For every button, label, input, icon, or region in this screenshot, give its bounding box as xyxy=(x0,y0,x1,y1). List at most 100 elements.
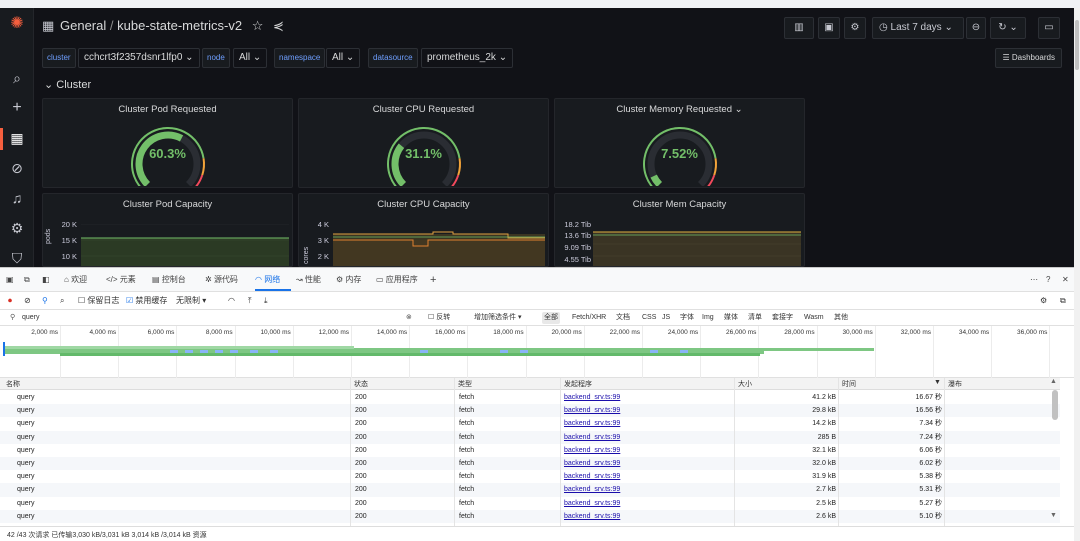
chip-wasm[interactable]: Wasm xyxy=(802,312,826,324)
chip-doc[interactable]: 文档 xyxy=(614,312,632,324)
table-row[interactable]: query 200 fetch backend_srv.ts:99 2.5 kB 5.27… xyxy=(0,497,1060,510)
cell-initiator[interactable]: backend_srv.ts:99 xyxy=(564,499,620,508)
add-panel-button[interactable]: ▥ xyxy=(784,17,814,39)
chip-js[interactable]: JS xyxy=(660,312,672,324)
table-row[interactable]: query 200 fetch backend_srv.ts:99 14.2 kB 7.3… xyxy=(0,417,1060,430)
add-tab-icon[interactable]: + xyxy=(430,272,436,288)
cell-initiator[interactable]: backend_srv.ts:99 xyxy=(564,485,620,494)
close-icon[interactable]: ✕ xyxy=(1062,272,1069,288)
search-icon[interactable]: ⌕ xyxy=(7,68,27,88)
column-header-type[interactable]: 类型 xyxy=(458,379,472,389)
column-header-size[interactable]: 大小 xyxy=(738,379,752,389)
time-range-picker[interactable]: ◷ Last 7 days ⌄ xyxy=(872,17,964,39)
table-row[interactable]: query 200 fetch backend_srv.ts:99 32.0 kB 6.0… xyxy=(0,457,1060,471)
invert-checkbox[interactable]: ☐ 反转 xyxy=(426,312,452,324)
tab-sources[interactable]: ✲ 源代码 xyxy=(205,272,238,288)
scroll-up-icon[interactable]: ▲ xyxy=(1050,378,1057,385)
column-header-status[interactable]: 状态 xyxy=(354,379,368,389)
table-row[interactable]: query 200 fetch backend_srv.ts:99 285 B 7.24 … xyxy=(0,430,1060,444)
page-scrollbar[interactable] xyxy=(1074,8,1080,541)
dashboards-button[interactable]: ☰ Dashboards xyxy=(995,48,1062,68)
plus-icon[interactable]: + xyxy=(7,98,27,118)
column-header-time[interactable]: 时间 xyxy=(842,379,856,389)
chip-media[interactable]: 媒体 xyxy=(722,312,740,324)
network-overview-timeline[interactable]: 2,000 ms 4,000 ms 6,000 ms 8,000 ms 10,000 m… xyxy=(0,326,1074,378)
scroll-down-icon[interactable]: ▼ xyxy=(1050,512,1057,519)
filter-input[interactable]: query xyxy=(20,312,410,324)
gear-icon[interactable]: ⚙ xyxy=(7,218,27,238)
preserve-log-checkbox[interactable]: ☐ 保留日志 xyxy=(78,295,119,307)
var-select-datasource[interactable]: prometheus_2k ⌄ xyxy=(421,48,514,68)
alerting-bell-icon[interactable]: ♫ xyxy=(7,188,27,208)
chip-css[interactable]: CSS xyxy=(640,312,658,324)
inspect-icon[interactable]: ⧉ xyxy=(24,272,30,288)
chip-all[interactable]: 全部 xyxy=(542,312,560,324)
record-icon[interactable]: ⏺ xyxy=(8,295,12,307)
tab-console[interactable]: ▤ 控制台 xyxy=(152,272,186,288)
column-header-initiator[interactable]: 发起程序 xyxy=(564,379,592,389)
table-row[interactable]: query 200 fetch backend_srv.ts:99 31.9 kB 5.3… xyxy=(0,470,1060,483)
dashboards-icon[interactable]: ▦ xyxy=(7,128,27,148)
clear-filter-icon[interactable]: ⊗ xyxy=(404,312,414,324)
settings-button[interactable]: ⚙ xyxy=(844,17,866,39)
timeline-selection-marker[interactable] xyxy=(3,342,5,356)
table-scrollbar-thumb[interactable] xyxy=(1052,390,1058,420)
settings-gear-icon[interactable]: ⚙ xyxy=(1040,295,1047,307)
column-header-name[interactable]: 名称 xyxy=(6,379,20,389)
star-icon[interactable]: ☆ xyxy=(252,18,264,33)
capacity-panel-cpu[interactable]: Cluster CPU Capacity 4 K 3 K 2 K cores xyxy=(298,193,549,267)
var-select-node[interactable]: All ⌄ xyxy=(233,48,268,68)
chip-font[interactable]: 字体 xyxy=(678,312,696,324)
tab-elements[interactable]: </> 元素 xyxy=(106,272,136,288)
breadcrumb-dashboard[interactable]: kube-state-metrics-v2 xyxy=(117,18,242,33)
export-har-icon[interactable]: ⤓ xyxy=(264,295,268,307)
var-select-cluster[interactable]: cchcrt3f2357dsnr1lfp0 ⌄ xyxy=(78,48,200,68)
tab-network[interactable]: ◠ 网络 xyxy=(255,272,280,288)
tab-performance[interactable]: ↝ 性能 xyxy=(296,272,321,288)
capacity-panel-pod[interactable]: Cluster Pod Capacity 20 K 15 K 10 K pods xyxy=(42,193,293,267)
cell-initiator[interactable]: backend_srv.ts:99 xyxy=(564,459,620,468)
throttle-select[interactable]: 无限制 ▾ xyxy=(176,295,206,307)
grafana-logo-icon[interactable]: ✺ xyxy=(7,14,27,34)
filter-icon[interactable]: ⚲ xyxy=(42,295,48,307)
cell-initiator[interactable]: backend_srv.ts:99 xyxy=(564,406,620,415)
shield-icon[interactable]: ⛉ xyxy=(7,248,27,267)
gauge-panel-cpu[interactable]: Cluster CPU Requested 31.1% xyxy=(298,98,549,188)
tv-mode-button[interactable]: ▭ xyxy=(1038,17,1060,39)
save-button[interactable]: ▣ xyxy=(818,17,840,39)
dock-icon[interactable]: ◧ xyxy=(42,272,50,288)
table-row[interactable]: query 200 fetch backend_srv.ts:99 2.6 kB 5.10… xyxy=(0,509,1060,523)
gauge-panel-memory[interactable]: Cluster Memory Requested ⌄ 7.52% xyxy=(554,98,805,188)
cell-initiator[interactable]: backend_srv.ts:99 xyxy=(564,419,620,428)
import-har-icon[interactable]: ⤒ xyxy=(248,295,252,307)
device-toolbar-icon[interactable]: ▣ xyxy=(6,272,14,288)
cell-initiator[interactable]: backend_srv.ts:99 xyxy=(564,472,620,481)
network-conditions-icon[interactable]: ◠ xyxy=(228,295,235,307)
share-icon[interactable]: ⋞ xyxy=(273,18,284,33)
cell-initiator[interactable]: backend_srv.ts:99 xyxy=(564,433,620,442)
clear-icon[interactable]: ⊘ xyxy=(24,295,31,307)
chip-socket[interactable]: 套接字 xyxy=(770,312,795,324)
breadcrumb-section[interactable]: General xyxy=(60,18,106,33)
cell-initiator[interactable]: backend_srv.ts:99 xyxy=(564,512,620,521)
table-row[interactable]: query 200 fetch backend_srv.ts:99 41.2 kB 16.… xyxy=(0,391,1060,404)
search-icon[interactable]: ⌕ xyxy=(60,295,64,307)
help-icon[interactable]: ? xyxy=(1046,272,1050,288)
refresh-button[interactable]: ↻ ⌄ xyxy=(990,17,1026,39)
disable-cache-checkbox[interactable]: ☑ 禁用缓存 xyxy=(126,295,167,307)
table-row[interactable]: query 200 fetch backend_srv.ts:99 29.8 kB 16.… xyxy=(0,404,1060,418)
dock-side-icon[interactable]: ⧉ xyxy=(1060,295,1066,307)
chip-other[interactable]: 其他 xyxy=(832,312,850,324)
table-row[interactable]: query 200 fetch backend_srv.ts:99 2.7 kB 5.31… xyxy=(0,483,1060,497)
zoom-out-button[interactable]: ⊖ xyxy=(966,17,986,39)
table-row[interactable]: query 200 fetch backend_srv.ts:99 32.1 kB 6.0… xyxy=(0,444,1060,457)
column-header-waterfall[interactable]: 瀑布 xyxy=(948,379,962,389)
chip-img[interactable]: Img xyxy=(700,312,716,324)
cell-initiator[interactable]: backend_srv.ts:99 xyxy=(564,446,620,455)
explore-compass-icon[interactable]: ⊘ xyxy=(7,158,27,178)
capacity-panel-memory[interactable]: Cluster Mem Capacity 18.2 Tib 13.6 Tib 9… xyxy=(554,193,805,267)
row-cluster-title[interactable]: ⌄ Cluster xyxy=(44,78,91,91)
more-filters-dropdown[interactable]: 增加筛选条件 ▾ xyxy=(472,312,523,324)
cell-initiator[interactable]: backend_srv.ts:99 xyxy=(564,393,620,402)
chip-manifest[interactable]: 清单 xyxy=(746,312,764,324)
